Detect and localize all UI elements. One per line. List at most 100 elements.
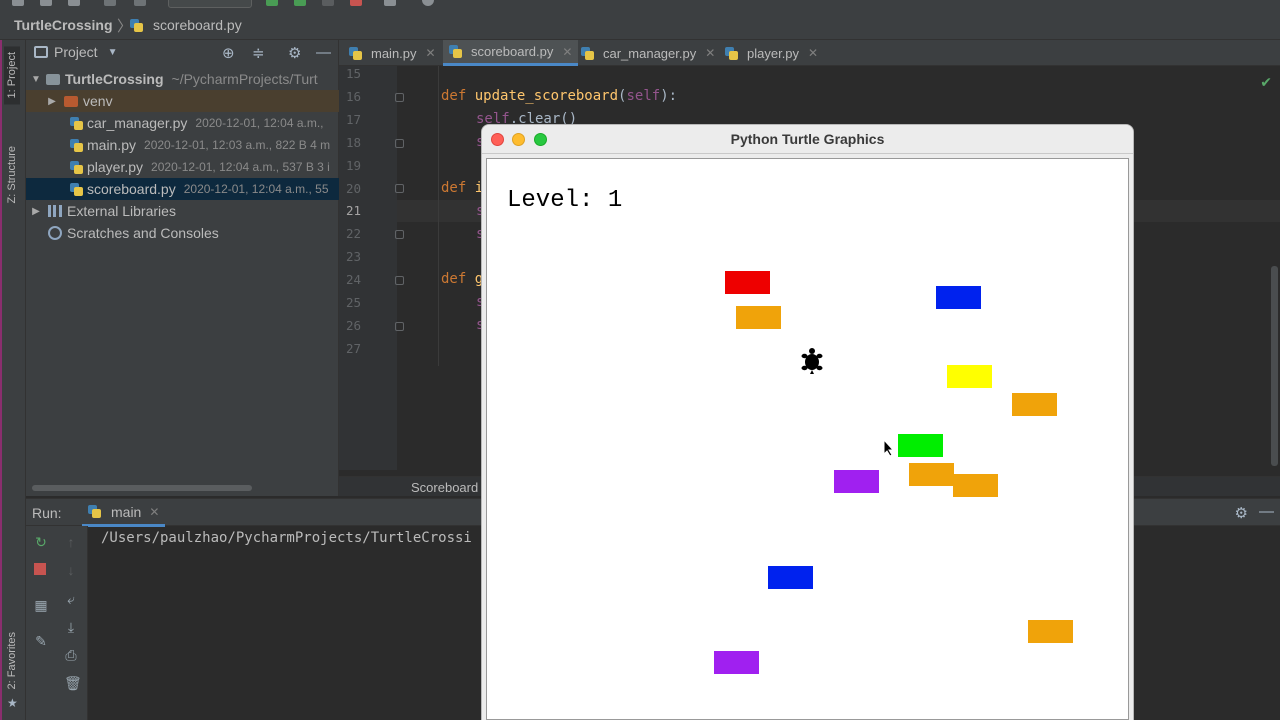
window-edge-accent bbox=[0, 40, 2, 720]
tab-car-manager-py[interactable]: car_manager.py ✕ bbox=[575, 40, 721, 66]
line-number: 15 bbox=[345, 66, 361, 81]
expand-arrow-icon[interactable]: ▼ bbox=[30, 74, 42, 85]
console-output[interactable]: /Users/paulzhao/PycharmProjects/TurtleCr… bbox=[101, 530, 472, 546]
sync-icon[interactable] bbox=[68, 0, 80, 6]
vcs-icon[interactable] bbox=[384, 0, 396, 6]
root-path: ~/PycharmProjects/Turt bbox=[171, 71, 318, 87]
tree-item-venv[interactable]: ▶ venv bbox=[26, 90, 339, 112]
tree-root-project[interactable]: ▼ TurtleCrossing ~/PycharmProjects/Turt bbox=[26, 68, 339, 90]
search-everywhere-icon[interactable] bbox=[422, 0, 434, 6]
turtle-window-titlebar[interactable]: Python Turtle Graphics bbox=[482, 125, 1133, 154]
python-file-icon bbox=[449, 45, 462, 58]
tree-item-external-libraries[interactable]: ▶ External Libraries bbox=[26, 200, 339, 222]
editor-breadcrumb-class[interactable]: Scoreboard bbox=[411, 480, 478, 495]
hide-panel-icon[interactable]: — bbox=[316, 44, 331, 61]
breadcrumb-project[interactable]: TurtleCrossing bbox=[14, 16, 113, 34]
file-name: scoreboard.py bbox=[87, 181, 176, 197]
inspection-ok-icon[interactable]: ✔ bbox=[1260, 74, 1272, 91]
favorites-tool-tab[interactable]: 2: Favorites bbox=[4, 626, 20, 695]
trash-icon[interactable]: 🗑 bbox=[64, 676, 82, 690]
close-icon[interactable]: ✕ bbox=[562, 45, 572, 59]
scroll-down-icon[interactable]: ↓ bbox=[64, 563, 78, 577]
save-icon[interactable] bbox=[40, 0, 52, 6]
fold-marker-icon[interactable] bbox=[395, 184, 404, 193]
tree-item-main[interactable]: main.py 2020-12-01, 12:03 a.m., 822 B 4 … bbox=[26, 134, 339, 156]
favorites-star-icon: ★ bbox=[7, 696, 18, 710]
gear-icon[interactable]: ⚙ bbox=[288, 44, 301, 62]
run-label: Run: bbox=[32, 505, 62, 521]
stop-icon[interactable] bbox=[350, 0, 362, 6]
horizontal-scrollbar[interactable] bbox=[32, 485, 252, 491]
menu-icon[interactable] bbox=[12, 0, 24, 6]
root-name: TurtleCrossing bbox=[65, 71, 164, 87]
fold-marker-icon[interactable] bbox=[395, 322, 404, 331]
rerun-icon[interactable]: ↻ bbox=[34, 535, 48, 549]
run-tab-main[interactable]: main ✕ bbox=[82, 499, 166, 527]
fold-marker-icon[interactable] bbox=[395, 276, 404, 285]
line-number: 24 bbox=[345, 272, 361, 287]
breadcrumb-file[interactable]: scoreboard.py bbox=[130, 16, 242, 34]
tree-item-player[interactable]: player.py 2020-12-01, 12:04 a.m., 537 B … bbox=[26, 156, 339, 178]
fold-marker-icon[interactable] bbox=[395, 139, 404, 148]
tab-label: player.py bbox=[747, 45, 800, 61]
editor-vertical-scrollbar[interactable] bbox=[1271, 266, 1278, 466]
code-punct: ): bbox=[660, 88, 678, 104]
tab-main-py[interactable]: main.py ✕ bbox=[343, 40, 442, 66]
pin-icon[interactable]: ✎ bbox=[34, 634, 48, 648]
code-function-name: update_scoreboard bbox=[474, 88, 619, 104]
tab-player-py[interactable]: player.py ✕ bbox=[719, 40, 824, 66]
scroll-up-icon[interactable]: ↑ bbox=[64, 535, 78, 549]
layout-icon[interactable]: ▦ bbox=[34, 598, 48, 612]
close-icon[interactable]: ✕ bbox=[808, 46, 818, 60]
line-number: 22 bbox=[345, 226, 361, 241]
line-number: 27 bbox=[345, 341, 361, 356]
code-line-16[interactable]: def update_scoreboard(self): bbox=[441, 88, 677, 104]
run-configuration-selector[interactable] bbox=[168, 0, 252, 8]
venv-label: venv bbox=[83, 93, 113, 109]
locate-target-icon[interactable]: ⊕ bbox=[222, 44, 235, 62]
car bbox=[725, 271, 770, 294]
project-tool-tab[interactable]: 1: Project bbox=[4, 46, 20, 105]
print-icon[interactable]: ⎙ bbox=[64, 648, 78, 662]
coverage-icon[interactable] bbox=[322, 0, 334, 6]
debug-icon[interactable] bbox=[294, 0, 306, 6]
code-line-24[interactable]: def g bbox=[441, 271, 483, 287]
project-view-selector[interactable]: Project ▼ bbox=[34, 44, 117, 60]
code-line-20[interactable]: def i bbox=[441, 180, 483, 196]
collapse-arrow-icon[interactable]: ▶ bbox=[46, 96, 58, 107]
soft-wrap-icon[interactable]: ⤶ bbox=[64, 592, 78, 606]
car bbox=[936, 286, 981, 309]
python-file-icon bbox=[725, 46, 738, 60]
gear-icon[interactable]: ⚙ bbox=[1235, 504, 1248, 522]
tab-scoreboard-py[interactable]: scoreboard.py ✕ bbox=[443, 40, 579, 66]
back-icon[interactable] bbox=[104, 0, 116, 6]
turtle-canvas[interactable]: Level: 1 bbox=[486, 158, 1129, 720]
car bbox=[953, 474, 998, 497]
breadcrumb-project-label: TurtleCrossing bbox=[14, 17, 113, 33]
run-icon[interactable] bbox=[266, 0, 278, 6]
tree-item-scratches[interactable]: Scratches and Consoles bbox=[26, 222, 339, 244]
python-file-icon bbox=[70, 160, 83, 174]
forward-icon[interactable] bbox=[134, 0, 146, 6]
close-icon[interactable]: ✕ bbox=[149, 505, 159, 519]
tab-label: car_manager.py bbox=[603, 45, 697, 61]
collapse-arrow-icon[interactable]: ▶ bbox=[30, 206, 42, 217]
car bbox=[947, 365, 992, 388]
close-icon[interactable]: ✕ bbox=[705, 46, 715, 60]
line-number: 23 bbox=[345, 249, 361, 264]
hide-panel-icon[interactable]: — bbox=[1259, 503, 1274, 520]
fold-marker-icon[interactable] bbox=[395, 93, 404, 102]
tree-item-scoreboard[interactable]: scoreboard.py 2020-12-01, 12:04 a.m., 55 bbox=[26, 178, 339, 200]
structure-tool-tab[interactable]: Z: Structure bbox=[4, 140, 20, 209]
fold-marker-icon[interactable] bbox=[395, 230, 404, 239]
python-file-icon bbox=[581, 46, 594, 60]
project-window-icon bbox=[34, 46, 48, 58]
run-toolbar: ↻ ↑ ↓ ▦ ⤶ ✎ ⤓ ⎙ 🗑 bbox=[26, 526, 88, 720]
scroll-to-end-icon[interactable]: ⤓ bbox=[64, 620, 78, 634]
scratches-icon bbox=[48, 226, 62, 240]
collapse-all-icon[interactable]: ≑ bbox=[252, 44, 265, 62]
stop-icon[interactable] bbox=[34, 563, 46, 575]
close-icon[interactable]: ✕ bbox=[426, 46, 436, 60]
file-meta: 2020-12-01, 12:04 a.m., 537 B 3 i bbox=[151, 160, 330, 174]
tree-item-car-manager[interactable]: car_manager.py 2020-12-01, 12:04 a.m., bbox=[26, 112, 339, 134]
